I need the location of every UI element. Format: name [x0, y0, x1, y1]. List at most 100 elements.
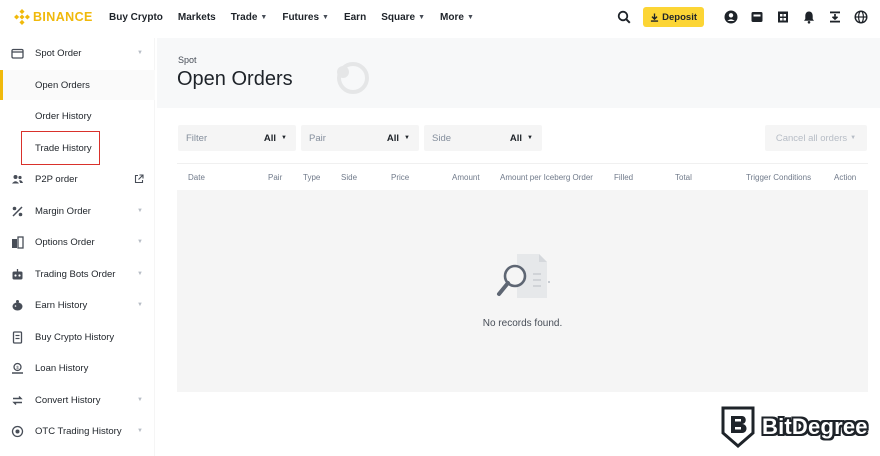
chevron-down-icon: ▼ [137, 302, 143, 308]
caret-down-icon: ▼ [527, 135, 533, 141]
filter-dropdown[interactable]: Filter All ▼ [178, 125, 296, 151]
deposit-label: Deposit [662, 11, 697, 23]
otc-icon [11, 425, 24, 438]
sidebar-item-label: Convert History [35, 394, 101, 406]
loan-icon: $ [11, 362, 24, 375]
sidebar: Spot Order ▼ Open Orders Order History T… [0, 38, 155, 456]
users-icon [11, 173, 24, 186]
main-nav: Buy Crypto Markets Trade ▼ Futures ▼ Earn … [109, 12, 489, 23]
sidebar-item-otc-trading-history[interactable]: OTC Trading History ▼ [0, 416, 155, 446]
bot-icon [11, 268, 24, 281]
caret-down-icon: ▼ [404, 135, 410, 141]
pair-label: Pair [309, 132, 326, 144]
decorative-orders-graphic [337, 62, 369, 94]
column-header[interactable]: Action [834, 173, 856, 182]
column-header[interactable]: Trigger Conditions [746, 173, 811, 182]
sidebar-item-label: Loan History [35, 362, 89, 374]
nav-trade[interactable]: Trade ▼ [231, 12, 268, 23]
bitdegree-shield-logo [721, 406, 755, 448]
piggy-bank-icon [11, 299, 24, 312]
nav-label: Futures [282, 11, 320, 23]
column-header[interactable]: Type [303, 173, 320, 182]
empty-state-text: No records found. [482, 318, 563, 329]
caret-down-icon: ▼ [850, 135, 857, 141]
sidebar-item-order-history[interactable]: Order History [0, 101, 155, 131]
download-arrow-icon [651, 12, 659, 22]
deposit-button[interactable]: Deposit [643, 7, 704, 27]
column-header[interactable]: Pair [268, 173, 282, 182]
nav-futures[interactable]: Futures ▼ [282, 12, 329, 23]
sidebar-item-label: OTC Trading History [35, 425, 122, 437]
binance-logo-icon [14, 9, 30, 25]
filter-label: Filter [186, 132, 208, 144]
nav-label: Buy Crypto [109, 11, 163, 23]
sidebar-item-open-orders[interactable]: Open Orders [0, 70, 155, 100]
chevron-down-icon: ▼ [137, 428, 143, 434]
nav-more[interactable]: More ▼ [440, 12, 474, 23]
sidebar-item-buy-crypto-history[interactable]: Buy Crypto History [0, 322, 155, 352]
sidebar-item-p2p-order[interactable]: P2P order [0, 164, 155, 194]
orders-table-header: Date Pair Type Side Price Amount Amount … [177, 163, 868, 190]
nav-label: Markets [177, 11, 216, 23]
breadcrumb: Spot [178, 55, 197, 65]
pair-value: All [386, 132, 399, 144]
convert-icon [11, 394, 24, 407]
page-title: Open Orders [177, 68, 293, 90]
sidebar-item-trading-bots-order[interactable]: Trading Bots Order ▼ [0, 259, 155, 289]
binance-logo[interactable]: BINANCE [14, 9, 104, 25]
sidebar-item-label: Order History [35, 110, 92, 122]
column-header[interactable]: Amount per Iceberg Order [500, 173, 593, 182]
column-header[interactable]: Filled [614, 173, 633, 182]
chevron-down-icon: ▼ [137, 208, 143, 214]
nav-buy-crypto[interactable]: Buy Crypto [109, 12, 163, 23]
cancel-all-orders-button[interactable]: Cancel all orders ▼ [765, 125, 867, 151]
orders-icon[interactable] [776, 10, 790, 24]
sidebar-item-convert-history[interactable]: Convert History ▼ [0, 385, 155, 415]
bell-icon[interactable] [802, 10, 816, 24]
main-content: Spot Open Orders Filter All ▼ Pair All ▼… [157, 38, 880, 456]
wallet-icon[interactable] [750, 10, 764, 24]
sidebar-item-loan-history[interactable]: $ Loan History [0, 353, 155, 383]
column-header[interactable]: Total [675, 173, 692, 182]
column-header[interactable]: Amount [452, 173, 480, 182]
pair-dropdown[interactable]: Pair All ▼ [301, 125, 419, 151]
column-header[interactable]: Price [391, 173, 409, 182]
sidebar-item-label: Trading Bots Order [35, 268, 116, 280]
side-dropdown[interactable]: Side All ▼ [424, 125, 542, 151]
chevron-down-icon: ▼ [466, 13, 474, 21]
watermark-text: BitDegree [762, 414, 868, 439]
chevron-down-icon: ▼ [418, 13, 426, 21]
top-navbar: BINANCE Buy Crypto Markets Trade ▼ Future… [0, 0, 880, 34]
sidebar-item-label: Options Order [35, 236, 95, 248]
sidebar-item-options-order[interactable]: Options Order ▼ [0, 227, 155, 257]
side-value: All [509, 132, 522, 144]
search-icon[interactable] [617, 10, 631, 24]
header-actions: Deposit [605, 0, 868, 34]
nav-label: More [440, 11, 464, 23]
chevron-down-icon: ▼ [322, 13, 329, 21]
column-header[interactable]: Date [188, 173, 205, 182]
percent-icon [11, 205, 24, 218]
nav-label: Square [381, 11, 416, 23]
sidebar-item-label: Open Orders [35, 79, 90, 91]
bitdegree-watermark: BitDegree [720, 405, 868, 449]
nav-label: Earn [343, 11, 367, 23]
download-app-icon[interactable] [828, 10, 842, 24]
sidebar-item-label: P2P order [35, 173, 78, 185]
sidebar-item-margin-order[interactable]: Margin Order ▼ [0, 196, 155, 226]
chevron-down-icon: ▼ [137, 50, 143, 56]
nav-label: Trade [230, 11, 258, 23]
sidebar-item-spot-order[interactable]: Spot Order ▼ [0, 38, 155, 68]
user-icon[interactable] [724, 10, 738, 24]
nav-earn[interactable]: Earn [344, 12, 366, 23]
sidebar-item-earn-history[interactable]: Earn History ▼ [0, 290, 155, 320]
caret-down-icon: ▼ [281, 135, 287, 141]
side-label: Side [432, 132, 452, 144]
external-link-icon [134, 174, 144, 184]
globe-icon[interactable] [854, 10, 868, 24]
column-header[interactable]: Side [341, 173, 357, 182]
cancel-all-label: Cancel all orders [775, 132, 848, 144]
empty-search-icon [497, 254, 550, 298]
nav-markets[interactable]: Markets [178, 12, 216, 23]
nav-square[interactable]: Square ▼ [381, 12, 425, 23]
